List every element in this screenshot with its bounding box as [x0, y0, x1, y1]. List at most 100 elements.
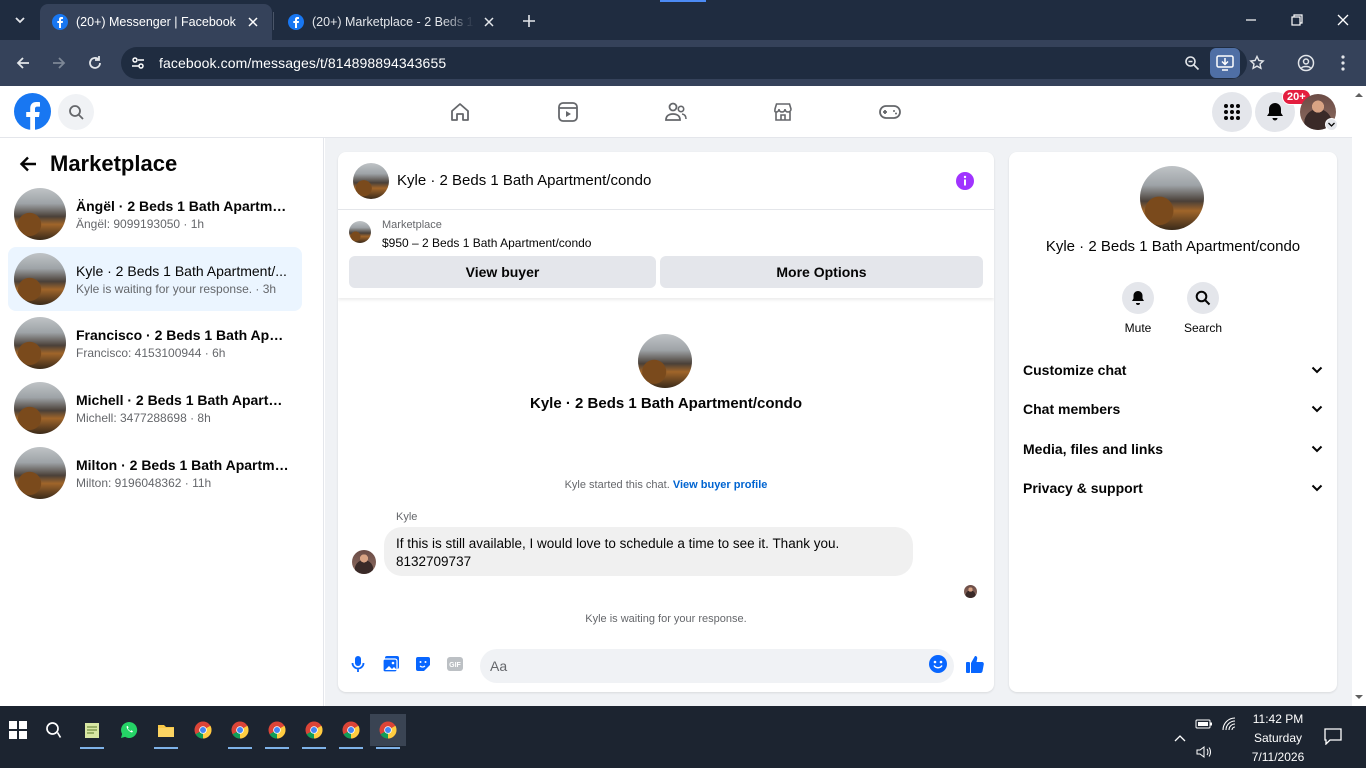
conversation-name: Michell · 2 Beds 1 Bath Apartme...: [76, 391, 290, 408]
install-app-icon: [1216, 55, 1234, 71]
section-title: Media, files and links: [1023, 441, 1164, 457]
chevron-down-icon[interactable]: [1325, 118, 1338, 131]
chrome-window-3[interactable]: [296, 714, 332, 749]
nav-friends[interactable]: [656, 92, 696, 132]
chrome-window-active[interactable]: [370, 714, 406, 749]
forward-button[interactable]: [44, 48, 74, 78]
nav-gaming[interactable]: [870, 92, 910, 132]
listing-avatar: [14, 317, 66, 369]
reload-button[interactable]: [80, 48, 110, 78]
view-buyer-profile-link[interactable]: View buyer profile: [673, 479, 768, 491]
chrome-window-2[interactable]: [259, 714, 295, 749]
attach-photo-button[interactable]: [379, 652, 403, 676]
section-title: Chat members: [1023, 401, 1121, 417]
search-icon: [69, 105, 84, 120]
browser-menu-button[interactable]: [1328, 48, 1358, 78]
whatsapp-app[interactable]: [111, 714, 147, 746]
conversation-item[interactable]: Milton · 2 Beds 1 Bath Apartmen... Milton…: [8, 441, 302, 505]
chrome-icon: [231, 721, 249, 739]
gaming-icon: [879, 105, 901, 119]
close-window-button[interactable]: [1320, 0, 1366, 40]
profile-button[interactable]: [1291, 48, 1321, 78]
minimize-button[interactable]: [1228, 0, 1274, 40]
page-scrollbar[interactable]: [1352, 86, 1366, 706]
whatsapp-icon: [121, 721, 138, 738]
notepad-app[interactable]: [74, 714, 110, 749]
details-avatar[interactable]: [1140, 166, 1204, 230]
sender-name: Kyle: [396, 511, 418, 523]
chevron-down-icon: [1311, 405, 1323, 413]
volume-indicator[interactable]: [1194, 742, 1214, 762]
nav-marketplace[interactable]: [763, 92, 803, 132]
tab-messenger[interactable]: (20+) Messenger | Facebook: [40, 4, 272, 40]
network-indicator[interactable]: [1219, 714, 1239, 734]
back-arrow-button[interactable]: [14, 150, 42, 178]
system-clock[interactable]: 11:42 PM Saturday 7/11/2026: [1238, 710, 1318, 767]
gif-button[interactable]: GIF: [443, 652, 467, 676]
show-hidden-icons-button[interactable]: [1170, 728, 1190, 748]
info-icon[interactable]: [956, 172, 974, 190]
facebook-header: 20+: [0, 86, 1352, 138]
sticker-button[interactable]: [411, 652, 435, 676]
conversation-item[interactable]: Michell · 2 Beds 1 Bath Apartme... Michel…: [8, 376, 302, 440]
emoji-icon[interactable]: [929, 655, 947, 673]
menu-button[interactable]: [1212, 92, 1252, 132]
intro-name: Kyle · 2 Beds 1 Bath Apartment/condo: [530, 395, 802, 412]
conversation-name: Ängël · 2 Beds 1 Bath Apartmen...: [76, 197, 290, 214]
facebook-search-button[interactable]: [58, 94, 94, 130]
chrome-window-1[interactable]: [222, 714, 258, 749]
tab-search-dropdown[interactable]: [8, 8, 32, 32]
search-taskbar-button[interactable]: [36, 714, 72, 746]
chevron-down-icon: [1311, 445, 1323, 453]
kebab-menu-icon: [1341, 55, 1345, 71]
start-button[interactable]: [0, 714, 36, 746]
close-tab-icon[interactable]: [480, 13, 498, 31]
more-options-button[interactable]: More Options: [660, 256, 983, 288]
privacy-support-section[interactable]: Privacy & support: [1023, 470, 1323, 506]
conversation-item[interactable]: Ängël · 2 Beds 1 Bath Apartmen... Ängël: …: [8, 182, 302, 246]
close-tab-icon[interactable]: [244, 13, 262, 31]
site-info-icon[interactable]: [123, 48, 153, 78]
restore-button[interactable]: [1274, 0, 1320, 40]
mute-button[interactable]: Mute: [1108, 282, 1168, 335]
battery-indicator[interactable]: [1194, 714, 1214, 734]
chrome-window-4[interactable]: [333, 714, 369, 749]
sender-avatar[interactable]: [352, 550, 376, 574]
clock-date: 7/11/2026: [1251, 750, 1305, 764]
conversation-preview: Kyle is waiting for your response. · 3h: [76, 281, 277, 296]
facebook-logo-icon[interactable]: [14, 93, 51, 130]
listing-thumbnail[interactable]: [349, 221, 371, 243]
media-files-links-section[interactable]: Media, files and links: [1023, 431, 1323, 467]
customize-chat-section[interactable]: Customize chat: [1023, 352, 1323, 388]
listing-price[interactable]: $950 – 2 Beds 1 Bath Apartment/condo: [382, 236, 591, 250]
conversation-name: Francisco · 2 Beds 1 Bath Apart...: [76, 326, 290, 343]
notepad-icon: [85, 723, 99, 738]
search-in-chat-button[interactable]: Search: [1173, 282, 1233, 335]
nav-video[interactable]: [548, 92, 588, 132]
bookmark-button[interactable]: [1242, 48, 1272, 78]
like-button[interactable]: [963, 652, 987, 676]
voice-clip-button[interactable]: [346, 652, 370, 676]
zoom-button[interactable]: [1177, 48, 1207, 78]
message-input[interactable]: Aa: [480, 649, 954, 683]
chevron-down-icon: [1311, 484, 1323, 492]
file-explorer-app[interactable]: [148, 714, 184, 749]
arrow-right-icon: [53, 57, 66, 69]
new-tab-button[interactable]: [518, 10, 540, 32]
thumbs-up-icon: [966, 656, 984, 673]
close-icon: [1337, 14, 1349, 26]
address-bar[interactable]: facebook.com/messages/t/814898894343655: [121, 47, 1247, 79]
back-button[interactable]: [8, 48, 38, 78]
action-center-button[interactable]: [1323, 726, 1343, 746]
view-buyer-button[interactable]: View buyer: [349, 256, 656, 288]
conversation-item-selected[interactable]: Kyle · 2 Beds 1 Bath Apartment/... Kyle i…: [8, 247, 302, 311]
install-app-button[interactable]: [1210, 48, 1240, 78]
chrome-app[interactable]: [185, 714, 221, 746]
drag-indicator: [660, 0, 706, 2]
chat-members-section[interactable]: Chat members: [1023, 391, 1323, 427]
nav-home[interactable]: [440, 92, 480, 132]
chat-header[interactable]: Kyle · 2 Beds 1 Bath Apartment/condo: [338, 152, 994, 210]
tab-marketplace[interactable]: (20+) Marketplace - 2 Beds 1 Bath Apartm…: [276, 4, 508, 40]
conversation-item[interactable]: Francisco · 2 Beds 1 Bath Apart... Franci…: [8, 311, 302, 375]
message-bubble[interactable]: If this is still available, I would love…: [384, 527, 913, 576]
